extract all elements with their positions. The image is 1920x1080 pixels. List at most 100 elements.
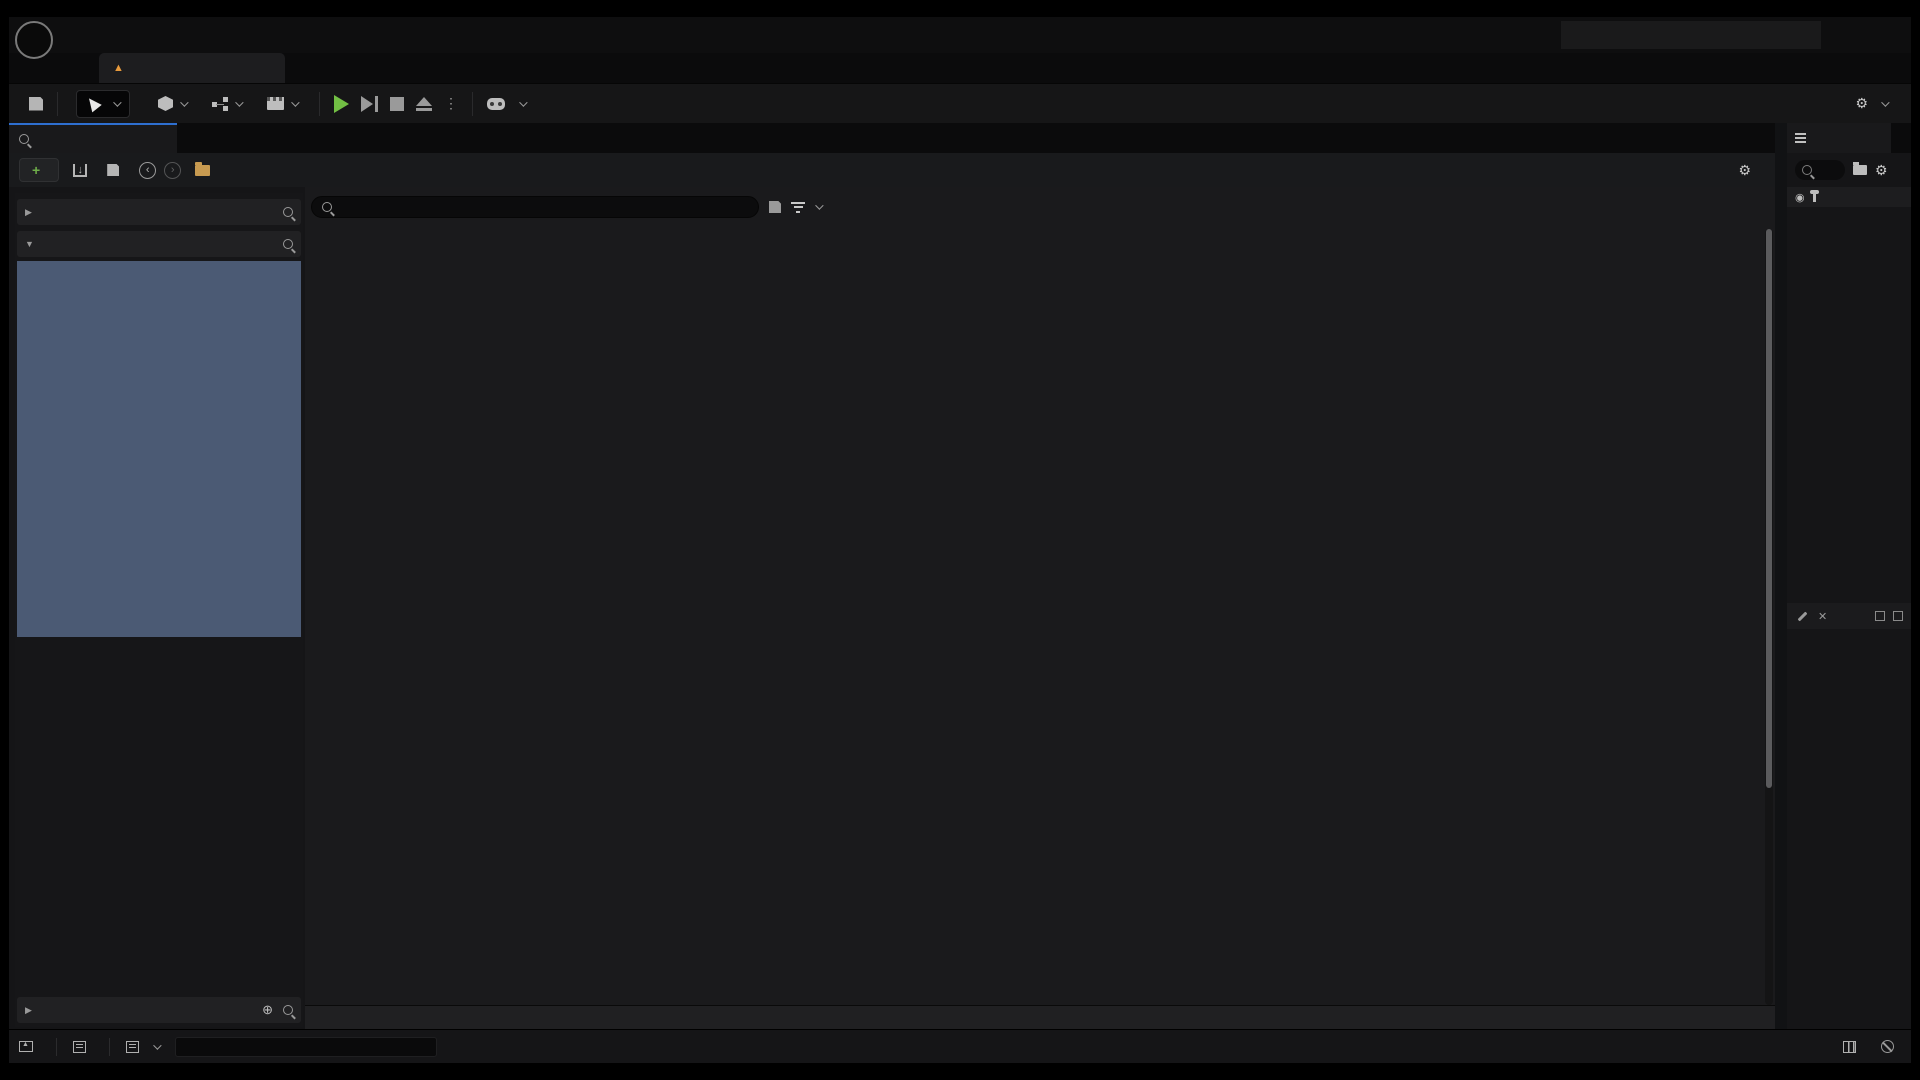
chevron-right-icon: ▶ <box>25 1005 32 1016</box>
window-controls <box>1811 17 1907 53</box>
play-options-button[interactable]: ⋮ <box>438 95 464 112</box>
gear-icon: ⚙ <box>1855 95 1868 112</box>
gear-icon[interactable]: ⚙ <box>1875 162 1888 179</box>
cmd-dropdown[interactable] <box>126 1041 159 1053</box>
breadcrumb <box>195 165 220 176</box>
cube-plus-icon: + <box>158 96 173 111</box>
visibility-eye-icon[interactable]: ◉ <box>1795 191 1805 204</box>
select-mode-dropdown[interactable] <box>76 90 130 118</box>
content-browser-tab-bar <box>9 123 1775 153</box>
output-log-icon <box>73 1041 86 1053</box>
console-icon <box>126 1041 139 1053</box>
grid-scrollbar[interactable] <box>1765 229 1773 1005</box>
blueprint-nodes-icon <box>212 97 228 111</box>
eject-button[interactable] <box>410 97 438 111</box>
filter-icon[interactable] <box>791 202 805 213</box>
add-actor-button[interactable]: + <box>152 96 192 111</box>
play-button[interactable] <box>328 95 355 113</box>
chevron-down-icon <box>180 98 188 106</box>
toolbar-separator <box>472 92 473 116</box>
settings-dropdown[interactable]: ⚙ <box>1849 95 1893 112</box>
eject-icon <box>416 97 432 111</box>
outliner-icon <box>1795 133 1806 143</box>
search-icon <box>1802 165 1812 175</box>
search-icon[interactable] <box>283 239 293 249</box>
create-folder-icon[interactable] <box>1853 165 1867 175</box>
title-bar <box>9 17 1911 53</box>
derived-data-icon <box>1843 1041 1856 1053</box>
sources-panel: ▶ ▼ ▶ ⊕ <box>15 193 303 1027</box>
panel-icon[interactable] <box>1875 611 1885 621</box>
chevron-down-icon <box>1881 98 1889 106</box>
platforms-dropdown[interactable] <box>481 98 531 110</box>
window-title <box>1561 21 1821 49</box>
details-toolbar: ✕ <box>1787 603 1912 629</box>
import-icon: ↓ <box>73 164 87 177</box>
content-drawer-icon <box>19 1041 33 1052</box>
collections-header[interactable]: ▶ ⊕ <box>17 997 301 1023</box>
pin-icon[interactable] <box>1813 193 1816 202</box>
forward-button[interactable]: › <box>164 162 181 179</box>
content-browser-panel: + ↓ ‹ › ⚙ <box>9 123 1775 1031</box>
scrollbar-thumb[interactable] <box>1766 229 1772 788</box>
close-button[interactable] <box>1879 22 1907 48</box>
edit-icon[interactable] <box>1798 611 1808 621</box>
frame-skip-button[interactable] <box>355 96 384 112</box>
content-drawer-button[interactable] <box>19 1041 40 1052</box>
blueprints-button[interactable] <box>206 97 247 111</box>
chevron-down-icon <box>519 98 527 106</box>
project-root-header[interactable]: ▼ <box>17 231 301 257</box>
stop-button[interactable] <box>384 97 410 111</box>
level-tab-strip: ▲ <box>9 53 1911 83</box>
cursor-icon <box>84 95 101 113</box>
toolbar-separator <box>57 92 58 116</box>
save-search-icon[interactable] <box>769 201 781 213</box>
asset-search-row <box>311 193 1767 221</box>
outliner-column-headers: ◉ <box>1787 187 1912 207</box>
import-button[interactable]: ↓ <box>73 164 93 177</box>
minimize-button[interactable] <box>1811 22 1839 48</box>
floppy-icon <box>29 97 43 111</box>
chevron-right-icon: ▶ <box>25 207 32 218</box>
folder-icon <box>195 165 210 176</box>
search-icon[interactable] <box>283 207 293 217</box>
source-control-button[interactable] <box>1881 1040 1901 1053</box>
content-browser-toolbar: + ↓ ‹ › ⚙ <box>9 153 1775 187</box>
add-button[interactable]: + <box>19 158 59 182</box>
step-forward-icon <box>361 96 378 112</box>
console-command-input[interactable] <box>175 1037 437 1057</box>
content-browser-tab[interactable] <box>9 123 177 153</box>
clear-icon[interactable]: ✕ <box>1818 610 1827 623</box>
vertical-dots-icon: ⋮ <box>444 95 458 112</box>
unreal-logo-icon <box>15 21 53 59</box>
outliner-search-input[interactable] <box>1795 160 1845 180</box>
gamepad-icon <box>487 98 505 110</box>
clapperboard-icon <box>267 97 284 110</box>
add-collection-icon[interactable]: ⊕ <box>262 1002 273 1018</box>
folder-tree <box>17 261 301 637</box>
browser-settings-button[interactable]: ⚙ <box>1738 162 1765 179</box>
search-icon[interactable] <box>283 1005 293 1015</box>
chevron-down-icon <box>113 98 121 106</box>
panel-icon[interactable] <box>1893 611 1903 621</box>
save-level-button[interactable] <box>23 97 49 111</box>
back-button[interactable]: ‹ <box>139 162 156 179</box>
chevron-down-icon[interactable] <box>815 201 823 209</box>
stop-icon <box>390 97 404 111</box>
favorites-header[interactable]: ▶ <box>17 199 301 225</box>
asset-grid-viewport <box>309 229 1755 1005</box>
derived-data-button[interactable] <box>1843 1041 1863 1053</box>
toolbar-separator <box>319 92 320 116</box>
cinematics-button[interactable] <box>261 97 303 110</box>
items-count-bar <box>305 1005 1775 1031</box>
chevron-down-icon <box>235 98 243 106</box>
chevron-down-icon <box>291 98 299 106</box>
save-all-button[interactable] <box>107 164 125 176</box>
outliner-tab[interactable] <box>1787 123 1891 153</box>
level-tab-untitled[interactable]: ▲ <box>99 53 285 83</box>
statusbar-separator <box>109 1038 110 1056</box>
asset-search-input[interactable] <box>311 196 759 218</box>
maximize-button[interactable] <box>1845 22 1873 48</box>
chevron-down-icon: ▼ <box>25 239 34 249</box>
output-log-button[interactable] <box>73 1041 93 1053</box>
